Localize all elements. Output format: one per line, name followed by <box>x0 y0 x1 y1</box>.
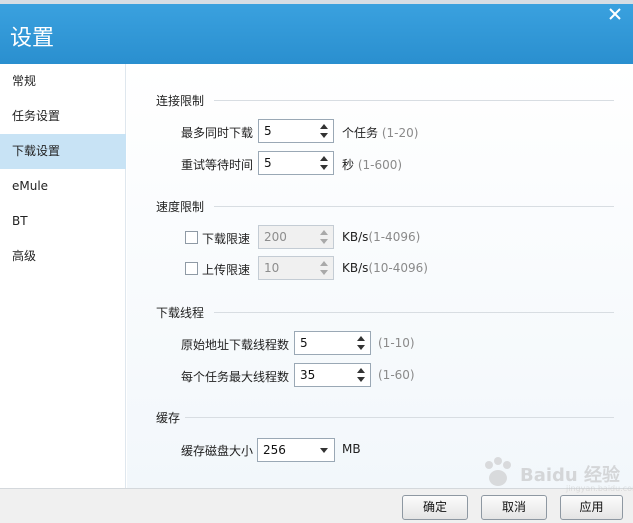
per-task-threads-spinner[interactable]: 35 <box>294 363 371 387</box>
origin-threads-value: 5 <box>300 336 308 350</box>
max-tasks-spinner[interactable]: 5 <box>258 119 334 143</box>
retry-wait-spinner[interactable]: 5 <box>258 151 334 175</box>
max-tasks-label: 最多同时下载 <box>181 126 254 140</box>
max-tasks-range: (1-20) <box>381 126 419 140</box>
upload-limit-range: (10-4096) <box>368 261 428 275</box>
per-task-threads-label: 每个任务最大线程数 <box>181 370 290 384</box>
sidebar-item-bt[interactable]: BT <box>0 204 126 239</box>
origin-threads-range: (1-10) <box>378 336 415 350</box>
retry-wait-value: 5 <box>264 156 272 170</box>
spin-down-icon[interactable] <box>320 270 328 275</box>
upload-limit-label: 上传限速 <box>202 263 251 277</box>
cache-size-unit: MB <box>342 442 361 456</box>
spin-up-icon[interactable] <box>357 336 365 341</box>
paw-logo-icon <box>485 457 511 486</box>
chevron-down-icon <box>320 448 328 453</box>
ok-button[interactable]: 确定 <box>402 495 468 520</box>
section-title-speed: 速度限制 <box>156 200 205 214</box>
download-limit-label: 下载限速 <box>202 232 251 246</box>
per-task-threads-range: (1-60) <box>378 368 415 382</box>
upload-limit-suffix: KB/s(10-4096) <box>342 261 428 275</box>
sidebar-item-download-settings[interactable]: 下载设置 <box>0 134 126 169</box>
section-divider <box>214 206 614 207</box>
upload-limit-checkbox[interactable] <box>185 262 198 275</box>
spin-down-icon[interactable] <box>320 133 328 138</box>
upload-limit-unit: KB/s <box>342 261 369 275</box>
sidebar-item-general[interactable]: 常规 <box>0 64 126 99</box>
settings-panel: 连接限制 最多同时下载 5 个任务 (1-20) 重试等待时间 5 秒 (1-6… <box>127 64 633 488</box>
download-limit-checkbox[interactable] <box>185 231 198 244</box>
retry-wait-label: 重试等待时间 <box>181 158 254 172</box>
sidebar: 常规 任务设置 下载设置 eMule BT 高级 <box>0 64 126 488</box>
sidebar-item-emule[interactable]: eMule <box>0 169 126 204</box>
download-limit-suffix: KB/s(1-4096) <box>342 230 420 244</box>
per-task-threads-value: 35 <box>300 368 316 382</box>
download-limit-range: (1-4096) <box>368 230 421 244</box>
spin-up-icon[interactable] <box>357 368 365 373</box>
spin-up-icon[interactable] <box>320 124 328 129</box>
spin-up-icon[interactable] <box>320 261 328 266</box>
cancel-button[interactable]: 取消 <box>481 495 547 520</box>
max-tasks-unit: 个任务 <box>342 126 379 140</box>
section-title-threads: 下载线程 <box>156 306 205 320</box>
cache-size-value: 256 <box>263 443 286 457</box>
spin-up-icon[interactable] <box>320 230 328 235</box>
section-divider <box>214 100 614 101</box>
retry-wait-suffix: 秒 (1-600) <box>342 156 402 173</box>
spin-up-icon[interactable] <box>320 156 328 161</box>
watermark: Baidu 经验 jingyan.baidu.com <box>480 455 633 495</box>
close-icon[interactable] <box>606 5 624 23</box>
spin-down-icon[interactable] <box>357 377 365 382</box>
watermark-sub: jingyan.baidu.com <box>566 484 633 493</box>
upload-limit-spinner[interactable]: 10 <box>258 256 334 280</box>
section-divider <box>214 312 614 313</box>
max-tasks-value: 5 <box>264 124 272 138</box>
spin-down-icon[interactable] <box>320 239 328 244</box>
download-limit-spinner[interactable]: 200 <box>258 225 334 249</box>
section-title-cache: 缓存 <box>156 411 181 425</box>
download-limit-value: 200 <box>264 230 287 244</box>
cache-size-label: 缓存磁盘大小 <box>181 444 254 458</box>
spin-down-icon[interactable] <box>357 345 365 350</box>
sidebar-item-task-settings[interactable]: 任务设置 <box>0 99 126 134</box>
cache-size-select[interactable]: 256 <box>257 438 335 462</box>
retry-wait-range: (1-600) <box>357 158 403 172</box>
spin-down-icon[interactable] <box>320 165 328 170</box>
sidebar-item-advanced[interactable]: 高级 <box>0 239 126 274</box>
origin-threads-label: 原始地址下载线程数 <box>181 338 290 352</box>
upload-limit-value: 10 <box>264 261 280 275</box>
download-limit-unit: KB/s <box>342 230 369 244</box>
window-title: 设置 <box>10 26 55 51</box>
title-bar: 设置 <box>0 4 633 64</box>
section-divider <box>185 417 614 418</box>
max-tasks-suffix: 个任务 (1-20) <box>342 124 418 141</box>
retry-wait-unit: 秒 <box>342 158 355 172</box>
section-title-connection: 连接限制 <box>156 94 205 108</box>
origin-threads-spinner[interactable]: 5 <box>294 331 371 355</box>
apply-button[interactable]: 应用 <box>560 495 623 520</box>
